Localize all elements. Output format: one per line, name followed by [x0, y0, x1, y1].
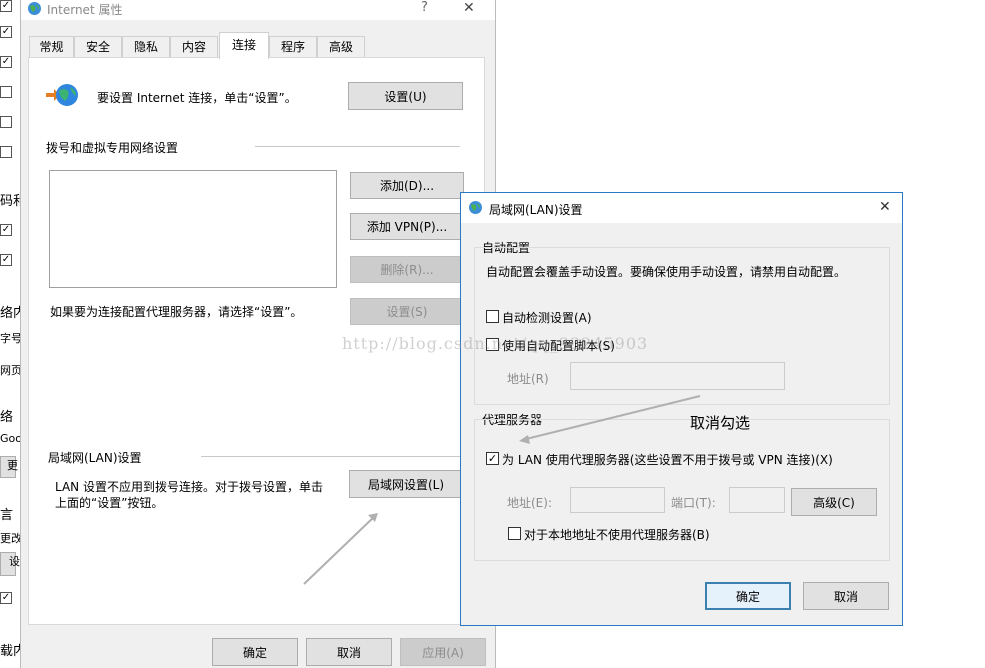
globe-icon	[468, 200, 483, 215]
bg-checkbox[interactable]	[0, 86, 12, 98]
proxy-address-label: 地址(E):	[507, 496, 552, 510]
bypass-checkbox[interactable]	[508, 527, 521, 540]
bg-text: 更改	[0, 532, 22, 545]
add-button[interactable]: 添加(D)...	[350, 172, 464, 199]
bg-checkbox[interactable]: ✓	[0, 56, 12, 68]
tab-bar: 常规 安全 隐私 内容 连接 程序 高级	[27, 32, 493, 59]
lan-settings-button[interactable]: 局域网设置(L)	[349, 470, 463, 498]
lan-cancel-button[interactable]: 取消	[803, 582, 889, 610]
cancel-button[interactable]: 取消	[306, 638, 392, 666]
close-icon[interactable]: ✕	[463, 0, 475, 16]
lan-text-line1: LAN 设置不应用到拨号连接。对于拨号设置，单击	[55, 480, 323, 494]
setup-text: 要设置 Internet 连接，单击“设置”。	[97, 91, 297, 105]
add-vpn-button[interactable]: 添加 VPN(P)...	[350, 213, 464, 240]
lan-ok-button[interactable]: 确定	[705, 582, 791, 610]
bg-text: 络	[0, 410, 14, 425]
tab-content[interactable]: 内容	[170, 36, 218, 58]
close-icon[interactable]: ✕	[879, 199, 891, 215]
tab-privacy[interactable]: 隐私	[122, 36, 170, 58]
bg-checkbox[interactable]	[0, 116, 12, 128]
title-bar: Internet 属性 ? ✕	[21, 0, 495, 20]
lan-title-bar: 局域网(LAN)设置 ✕	[461, 193, 902, 223]
connections-list[interactable]	[49, 170, 337, 288]
lan-heading: 局域网(LAN)设置	[48, 451, 142, 465]
proxy-address-input[interactable]	[570, 487, 665, 513]
tab-security[interactable]: 安全	[74, 36, 122, 58]
setup-button[interactable]: 设置(U)	[348, 82, 463, 110]
use-proxy-label[interactable]: 为 LAN 使用代理服务器(这些设置不用于拨号或 VPN 连接)(X)	[502, 451, 833, 468]
port-input[interactable]	[729, 487, 785, 513]
background-strip: ✓ ✓ ✓ 码和 ✓ ✓ 络内 字号 网页 络 Goo 更 言 更改 设 ✓ 载…	[0, 0, 26, 668]
apply-button[interactable]: 应用(A)	[400, 638, 486, 666]
advanced-button[interactable]: 高级(C)	[791, 488, 877, 516]
bg-checkbox[interactable]: ✓	[0, 592, 12, 604]
lan-text-line2: 上面的“设置”按钮。	[55, 496, 164, 510]
tab-general[interactable]: 常规	[29, 36, 74, 58]
globe-icon	[27, 1, 42, 16]
remove-button[interactable]: 删除(R)...	[350, 256, 464, 283]
lan-settings-dialog: 局域网(LAN)设置 ✕ 自动配置 自动配置会覆盖手动设置。要确保使用手动设置，…	[460, 192, 903, 626]
ok-button[interactable]: 确定	[212, 638, 298, 666]
auto-detect-checkbox[interactable]	[486, 310, 499, 323]
auto-detect-label[interactable]: 自动检测设置(A)	[502, 309, 592, 326]
bg-text: 言	[0, 508, 14, 523]
settings-button[interactable]: 设置(S)	[350, 298, 464, 325]
network-setup-icon	[45, 82, 79, 108]
use-proxy-checkbox[interactable]: ✓	[486, 452, 499, 465]
auto-config-desc: 自动配置会覆盖手动设置。要确保使用手动设置，请禁用自动配置。	[486, 265, 847, 279]
bg-checkbox[interactable]: ✓	[0, 0, 12, 12]
bg-text: 网页	[0, 364, 22, 377]
lan-dialog-title: 局域网(LAN)设置	[489, 203, 583, 217]
bg-button[interactable]: 更	[0, 456, 18, 478]
bg-checkbox[interactable]: ✓	[0, 254, 12, 266]
bg-text: 字号	[0, 332, 22, 345]
dialog-title: Internet 属性	[47, 3, 123, 17]
bg-text: Goo	[0, 432, 22, 445]
bg-button[interactable]: 设	[0, 552, 20, 576]
tab-advanced[interactable]: 高级	[317, 36, 365, 58]
divider	[201, 456, 460, 457]
tab-programs[interactable]: 程序	[269, 36, 317, 58]
bg-checkbox[interactable]: ✓	[0, 26, 12, 38]
script-address-label: 地址(R)	[507, 372, 549, 386]
dialup-heading: 拨号和虚拟专用网络设置	[46, 141, 179, 155]
proxy-hint: 如果要为连接配置代理服务器，请选择“设置”。	[50, 305, 303, 319]
script-address-input[interactable]	[570, 362, 785, 390]
divider	[255, 146, 460, 147]
tab-connections[interactable]: 连接	[219, 32, 269, 59]
port-label: 端口(T):	[671, 496, 716, 510]
annotation-text: 取消勾选	[690, 414, 751, 432]
bypass-label[interactable]: 对于本地地址不使用代理服务器(B)	[524, 526, 710, 543]
bg-checkbox[interactable]: ✓	[0, 224, 12, 236]
watermark: http://blog.csdn.net/qq_33245903	[342, 334, 649, 353]
help-button[interactable]: ?	[421, 0, 428, 15]
bg-checkbox[interactable]	[0, 146, 12, 158]
